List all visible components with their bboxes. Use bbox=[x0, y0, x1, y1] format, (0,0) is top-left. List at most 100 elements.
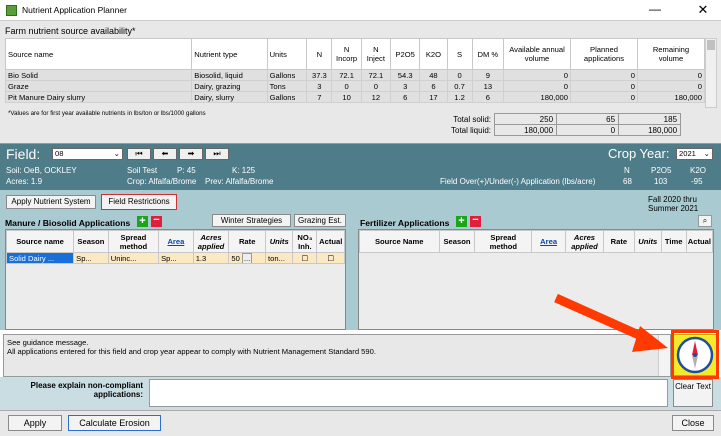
table-row[interactable]: Bio Solid Biosolid, liquid Gallons 37.3 72.1… bbox=[4, 69, 706, 81]
source-cell: 180,000 bbox=[636, 91, 706, 103]
field-select[interactable]: 08 ⌄ bbox=[52, 148, 123, 160]
table-row[interactable]: Solid Dairy ... Sp... Uninc... Sp... 1.3… bbox=[5, 252, 345, 264]
crop-year-label: Crop Year: bbox=[608, 146, 670, 161]
next-field-button[interactable]: ➡ bbox=[179, 148, 203, 160]
row-area[interactable]: Sp... bbox=[158, 252, 194, 264]
fertilizer-table[interactable]: Source Name Season Spread method Area Ac… bbox=[359, 230, 714, 253]
row-units[interactable]: ton... bbox=[265, 252, 294, 264]
scrollbar-thumb[interactable] bbox=[707, 40, 715, 50]
source-cell: Graze bbox=[4, 80, 193, 92]
source-col-1[interactable]: Nutrient type bbox=[191, 38, 268, 70]
plus-icon[interactable]: + bbox=[137, 216, 148, 227]
calculate-erosion-button[interactable]: Calculate Erosion bbox=[68, 415, 161, 431]
source-cell: 0 bbox=[636, 69, 706, 81]
close-button[interactable]: Close bbox=[672, 415, 714, 431]
col-source-name[interactable]: Source Name bbox=[359, 230, 440, 253]
col-no3-inh[interactable]: NO₃ Inh. bbox=[292, 230, 318, 253]
col-units[interactable]: Units bbox=[265, 230, 294, 253]
table-row[interactable]: Pit Manure Dairy slurry Dairy, slurry Gall… bbox=[4, 91, 706, 103]
row-rate-value: 50 bbox=[231, 253, 240, 263]
source-col-8[interactable]: S bbox=[446, 38, 473, 70]
row-source[interactable]: Solid Dairy ... bbox=[5, 252, 75, 264]
source-cell: 0 bbox=[331, 80, 362, 92]
minimize-button[interactable]: — bbox=[646, 2, 664, 19]
season-range: Fall 2020 thru Summer 2021 bbox=[648, 195, 699, 213]
col-spread-method[interactable]: Spread method bbox=[107, 230, 160, 253]
first-field-button[interactable]: ⏮ bbox=[127, 148, 151, 160]
source-col-5[interactable]: N Inject bbox=[360, 38, 392, 70]
winter-strategies-button[interactable]: Winter Strategies bbox=[212, 214, 291, 227]
source-col-6[interactable]: P2O5 bbox=[390, 38, 421, 70]
row-method[interactable]: Uninc... bbox=[107, 252, 160, 264]
col-area[interactable]: Area bbox=[531, 230, 567, 253]
col-rate[interactable]: Rate bbox=[602, 230, 635, 253]
source-table[interactable]: Source name Nutrient type Units N N Incorp N … bbox=[4, 38, 706, 103]
source-cell: Dairy, grazing bbox=[191, 80, 268, 92]
source-col-2[interactable]: Units bbox=[266, 38, 308, 70]
crop-info: Crop: Alfalfa/Brome bbox=[127, 177, 197, 186]
col-season[interactable]: Season bbox=[73, 230, 109, 253]
manure-table[interactable]: Source name Season Spread method Area Ac… bbox=[5, 230, 345, 264]
col-source-name[interactable]: Source name bbox=[5, 230, 75, 253]
window-close-button[interactable]: ✕ bbox=[690, 2, 716, 19]
fertilizer-section-title: Fertilizer Applications bbox=[360, 218, 450, 228]
plus-icon[interactable]: + bbox=[456, 216, 467, 227]
clear-text-button[interactable]: Clear Text bbox=[673, 379, 713, 407]
guidance-line-1: See guidance message. bbox=[7, 338, 89, 347]
source-col-12[interactable]: Remaining volume bbox=[636, 38, 706, 70]
col-units[interactable]: Units bbox=[633, 230, 662, 253]
source-cell: 13 bbox=[471, 80, 505, 92]
col-acres-applied[interactable]: Acres applied bbox=[565, 230, 604, 253]
field-restrictions-button[interactable]: Field Restrictions bbox=[101, 194, 177, 210]
row-no3-checkbox[interactable]: ☐ bbox=[292, 252, 318, 264]
minus-icon[interactable]: − bbox=[151, 215, 162, 227]
minus-icon[interactable]: − bbox=[470, 215, 481, 227]
col-spread-method[interactable]: Spread method bbox=[474, 230, 533, 253]
row-rate[interactable]: 50 ... bbox=[228, 252, 267, 264]
k2o-balance: -95 bbox=[691, 177, 703, 186]
source-cell: 0 bbox=[570, 91, 638, 103]
source-cell: Gallons bbox=[266, 69, 308, 81]
highlight-box bbox=[671, 330, 719, 379]
col-acres-applied[interactable]: Acres applied bbox=[192, 230, 230, 253]
source-col-10[interactable]: Available annual volume bbox=[503, 38, 571, 70]
guidance-line-2: All applications entered for this field … bbox=[7, 347, 376, 356]
source-cell: 0 bbox=[446, 69, 473, 81]
source-col-0[interactable]: Source name bbox=[4, 38, 193, 70]
col-season[interactable]: Season bbox=[438, 230, 476, 253]
col-area[interactable]: Area bbox=[158, 230, 194, 253]
crop-year-value: 2021 bbox=[679, 149, 696, 158]
n-balance: 68 bbox=[623, 177, 632, 186]
explain-textarea[interactable] bbox=[149, 379, 668, 407]
apply-nutrient-system-button[interactable]: Apply Nutrient System bbox=[6, 195, 96, 209]
last-field-button[interactable]: ⏭ bbox=[205, 148, 229, 160]
col-actual[interactable]: Actual bbox=[685, 230, 714, 253]
guidance-message: See guidance message. All applications e… bbox=[3, 334, 671, 377]
crop-year-select[interactable]: 2021 ⌄ bbox=[676, 148, 713, 160]
source-col-11[interactable]: Planned applications bbox=[570, 38, 638, 70]
grazing-est-button[interactable]: Grazing Est. bbox=[294, 214, 346, 227]
apply-button[interactable]: Apply bbox=[8, 415, 62, 431]
source-cell: 0 bbox=[570, 69, 638, 81]
table-row[interactable]: Graze Dairy, grazing Tons 3 0 0 3 6 0.7 13 0 0 0 bbox=[4, 80, 706, 92]
row-actual-checkbox[interactable]: ☐ bbox=[316, 252, 345, 264]
source-cell: 54.3 bbox=[390, 69, 421, 81]
total-liquid-remaining: 180,000 bbox=[618, 124, 682, 136]
col-time[interactable]: Time bbox=[660, 230, 687, 253]
source-col-7[interactable]: K2O bbox=[419, 38, 448, 70]
search-icon[interactable]: ⌕ bbox=[698, 215, 712, 227]
rate-more-button[interactable]: ... bbox=[241, 253, 253, 263]
totals-table: Total solid: 250 65 185 Total liquid: 18… bbox=[448, 113, 682, 136]
prev-field-button[interactable]: ⬅ bbox=[153, 148, 177, 160]
source-cell: 48 bbox=[419, 69, 448, 81]
row-acres[interactable]: 1.3 bbox=[192, 252, 230, 264]
source-col-3[interactable]: N bbox=[306, 38, 333, 70]
over-under-label: Field Over(+)/Under(-) Application (lbs/… bbox=[440, 177, 596, 186]
col-rate[interactable]: Rate bbox=[228, 230, 267, 253]
source-col-9[interactable]: DM % bbox=[471, 38, 505, 70]
source-cell: 72.1 bbox=[360, 69, 392, 81]
guidance-scrollbar[interactable] bbox=[658, 335, 670, 376]
row-season[interactable]: Sp... bbox=[73, 252, 109, 264]
source-col-4[interactable]: N Incorp bbox=[331, 38, 362, 70]
col-actual[interactable]: Actual bbox=[316, 230, 345, 253]
